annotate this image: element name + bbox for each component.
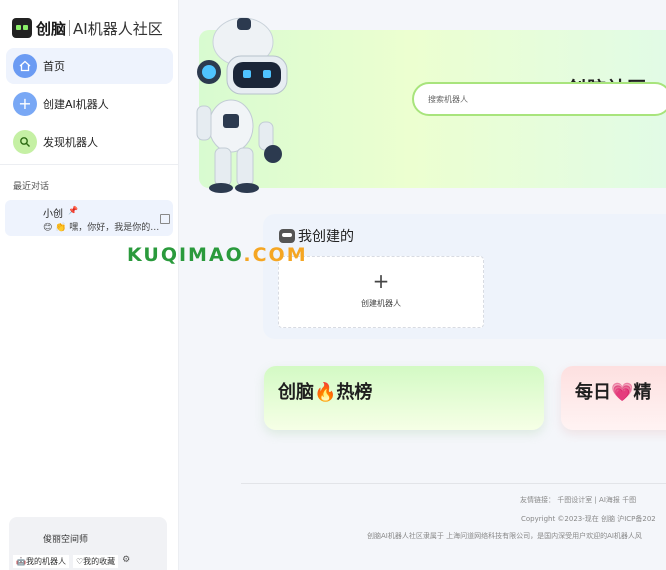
robot-mascot-illustration: [196, 17, 288, 193]
chat-bot-name: 小创: [43, 209, 63, 220]
logo-icon: [12, 18, 32, 38]
search-placeholder: 搜索机器人: [428, 95, 468, 104]
create-bot-card[interactable]: + 创建机器人: [278, 256, 484, 328]
search-input[interactable]: 搜索机器人: [412, 82, 666, 116]
hot-ranking-card[interactable]: 创脑🔥热榜: [264, 366, 544, 430]
watermark-text: KUQIMAO: [127, 244, 244, 266]
my-favorites-link[interactable]: ♡我的收藏: [72, 555, 119, 568]
footer-links[interactable]: 友情链接： 千图设计室 | AI海报 千图: [520, 495, 636, 505]
plus-icon: +: [13, 92, 37, 116]
sidebar-item-label: 创建AI机器人: [43, 98, 109, 111]
footer-about: 创脑AI机器人社区隶属于 上海问道网络科技有限公司，是国内深受用户欢迎的AI机器…: [367, 532, 642, 540]
my-bots-section: 我创建的 + 创建机器人: [263, 214, 666, 339]
user-name: 俊丽空间师: [43, 535, 89, 545]
pin-icon[interactable]: 📌: [68, 206, 78, 215]
daily-picks-card[interactable]: 每日💗精: [561, 366, 666, 430]
robot-face-icon: [279, 229, 295, 243]
sidebar-item-create-bot[interactable]: + 创建AI机器人: [6, 86, 173, 122]
search-icon: [13, 130, 37, 154]
footer-divider: [241, 483, 666, 484]
chat-preview: 😊 👏 嘿，你好，我是你的…: [43, 223, 160, 233]
edit-icon[interactable]: [160, 214, 170, 224]
my-bots-link[interactable]: 🤖我的机器人: [13, 555, 69, 568]
brand-name: 创脑: [36, 19, 67, 38]
sidebar-item-discover[interactable]: 发现机器人: [6, 124, 173, 160]
user-card: 俊丽空间师 🤖我的机器人 ♡我的收藏 ⚙: [9, 517, 167, 570]
brand-logo[interactable]: 创脑 AI机器人社区: [12, 16, 163, 40]
sidebar-item-home[interactable]: 首页: [6, 48, 173, 84]
recent-chats-title: 最近对话: [13, 182, 50, 192]
hot-ranking-title: 创脑🔥热榜: [278, 382, 373, 403]
brand-tagline: AI机器人社区: [73, 19, 163, 38]
daily-picks-title: 每日💗精: [575, 382, 652, 403]
my-bots-title: 我创建的: [279, 226, 354, 246]
gear-icon[interactable]: ⚙: [122, 555, 130, 568]
main-content: 创脑社区：全 搜索机器人 我创建的 + 创建机器人 创脑🔥热榜: [179, 0, 666, 570]
plus-icon: +: [372, 269, 390, 293]
sidebar-item-label: 发现机器人: [43, 136, 98, 149]
sidebar-item-label: 首页: [43, 60, 65, 73]
watermark: KUQIMAO.COM: [127, 244, 308, 266]
sidebar: 创脑 AI机器人社区 首页 + 创建AI机器人 发现机器人 最近对话 小创 📌 …: [0, 0, 179, 570]
create-bot-label: 创建机器人: [361, 299, 401, 308]
footer-copyright: Copyright ©2023-现在 创脑 沪ICP备202: [521, 515, 656, 523]
sidebar-nav: 首页 + 创建AI机器人 发现机器人: [6, 48, 173, 162]
sidebar-divider: [0, 164, 178, 165]
brand-separator: [69, 20, 71, 36]
home-icon: [13, 54, 37, 78]
recent-chat-item[interactable]: 小创 📌 😊 👏 嘿，你好，我是你的…: [5, 200, 173, 236]
user-links: 🤖我的机器人 ♡我的收藏 ⚙: [13, 555, 130, 568]
my-bots-title-text: 我创建的: [298, 229, 354, 245]
watermark-domain: .COM: [243, 244, 308, 266]
